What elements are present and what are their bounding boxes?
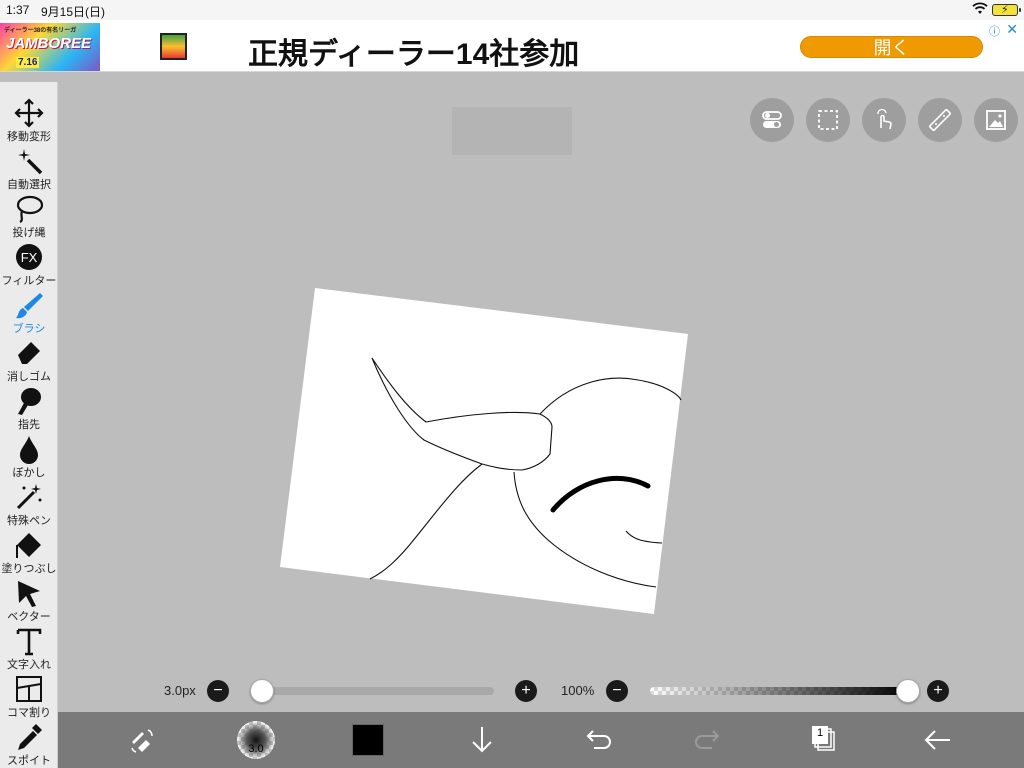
- size-increase-button[interactable]: +: [515, 680, 537, 702]
- size-slider-track[interactable]: [254, 687, 494, 695]
- status-time: 1:37: [6, 3, 30, 17]
- selection-icon[interactable]: [806, 98, 850, 142]
- ad-thumbnail[interactable]: ディーラー38の有名リーガ JAMBOREE 7.16: [0, 23, 100, 71]
- toggle-icon[interactable]: [750, 98, 794, 142]
- tool-text[interactable]: 文字入れ: [0, 620, 58, 671]
- touch-icon[interactable]: [862, 98, 906, 142]
- ad-open-button[interactable]: 開く: [800, 36, 983, 58]
- close-icon[interactable]: ✕: [1006, 21, 1018, 38]
- size-decrease-button[interactable]: −: [207, 680, 229, 702]
- tool-special-pen[interactable]: 特殊ペン: [0, 476, 58, 527]
- tool-move[interactable]: 移動変形: [0, 92, 58, 143]
- status-date: 9月15日(日): [41, 5, 106, 19]
- ruler-icon[interactable]: [918, 98, 962, 142]
- magic-wand-icon: [14, 146, 44, 176]
- eyedropper-icon: [14, 722, 44, 752]
- eraser-icon: [14, 338, 44, 368]
- tool-panel-divide[interactable]: コマ割り: [0, 668, 58, 719]
- image-icon[interactable]: [974, 98, 1018, 142]
- opacity-decrease-button[interactable]: −: [606, 680, 628, 702]
- canvas-paper[interactable]: [280, 288, 688, 614]
- tool-fill-bucket[interactable]: 塗りつぶし: [0, 524, 58, 575]
- tool-fx[interactable]: FX フィルター: [0, 236, 58, 287]
- tool-eraser[interactable]: 消しゴム: [0, 332, 58, 383]
- finger-smudge-icon: [14, 386, 44, 416]
- tool-blur-drop[interactable]: ぼかし: [0, 428, 58, 479]
- status-bar: 1:37 9月15日(日) ⚡: [0, 0, 1024, 20]
- wifi-icon: [972, 2, 988, 16]
- brush-icon: [14, 290, 44, 320]
- layer-count: 1: [816, 727, 824, 739]
- bottom-toolbar: 3.0 1: [58, 712, 1024, 768]
- tool-label: スポイト: [7, 755, 51, 767]
- brush-size-badge: 3.0: [248, 743, 264, 755]
- tool-brush[interactable]: ブラシ: [0, 284, 58, 335]
- ad-thumb-title: JAMBOREE: [6, 35, 92, 52]
- drawing-canvas[interactable]: [58, 82, 1024, 712]
- tool-sidebar: 移動変形 自動選択 投げ縄 FX フィルター ブラシ 消しゴム 指先 ぼかし 特殊ペン 塗りつぶしベ…: [0, 82, 58, 768]
- ad-thumb-date: 7.16: [16, 57, 40, 68]
- ad-logo: [160, 33, 187, 60]
- ad-banner[interactable]: ディーラー38の有名リーガ JAMBOREE 7.16 正規ディーラー14社参加…: [0, 20, 1024, 72]
- undo-icon[interactable]: [578, 722, 614, 758]
- brush-size-label: 3.0px: [164, 683, 196, 698]
- lasso-icon: [14, 194, 44, 224]
- tool-finger-smudge[interactable]: 指先: [0, 380, 58, 431]
- ad-headline[interactable]: 正規ディーラー14社参加: [248, 29, 579, 73]
- special-pen-icon: [14, 482, 44, 512]
- ad-thumb-caption: ディーラー38の有名リーガ: [4, 28, 77, 34]
- tool-vector-arrow[interactable]: ベクター: [0, 572, 58, 623]
- fill-bucket-icon: [14, 530, 44, 560]
- blur-drop-icon: [14, 434, 44, 464]
- color-swatch[interactable]: [352, 724, 384, 756]
- tool-lasso[interactable]: 投げ縄: [0, 188, 58, 239]
- opacity-label: 100%: [561, 683, 595, 698]
- layers-icon[interactable]: 1: [806, 722, 842, 758]
- opacity-slider-knob[interactable]: [896, 679, 920, 703]
- text-icon: [14, 626, 44, 656]
- svg-text:FX: FX: [21, 250, 38, 265]
- opacity-increase-button[interactable]: +: [927, 680, 949, 702]
- tool-eyedropper[interactable]: スポイト: [0, 716, 58, 767]
- redo-icon[interactable]: [692, 722, 728, 758]
- canvas-area[interactable]: 3.0px − + 100% − +: [58, 82, 1024, 712]
- size-slider-knob[interactable]: [250, 679, 274, 703]
- download-arrow-icon[interactable]: [464, 722, 500, 758]
- panel-divide-icon: [14, 674, 44, 704]
- opacity-slider-track[interactable]: [650, 687, 908, 695]
- app-window: 1:37 9月15日(日) ⚡ ディーラー38の有名リーガ JAMBOREE 7…: [0, 0, 1024, 768]
- vector-arrow-icon: [14, 578, 44, 608]
- pen-eraser-swap-icon[interactable]: [124, 722, 160, 758]
- back-arrow-icon[interactable]: [920, 722, 956, 758]
- move-icon: [14, 98, 44, 128]
- brush-preview-button[interactable]: 3.0: [237, 721, 275, 759]
- battery-icon: ⚡: [992, 4, 1021, 16]
- info-icon[interactable]: ⓘ: [989, 23, 1000, 39]
- fx-icon: FX: [14, 242, 44, 272]
- tool-magic-wand[interactable]: 自動選択: [0, 140, 58, 191]
